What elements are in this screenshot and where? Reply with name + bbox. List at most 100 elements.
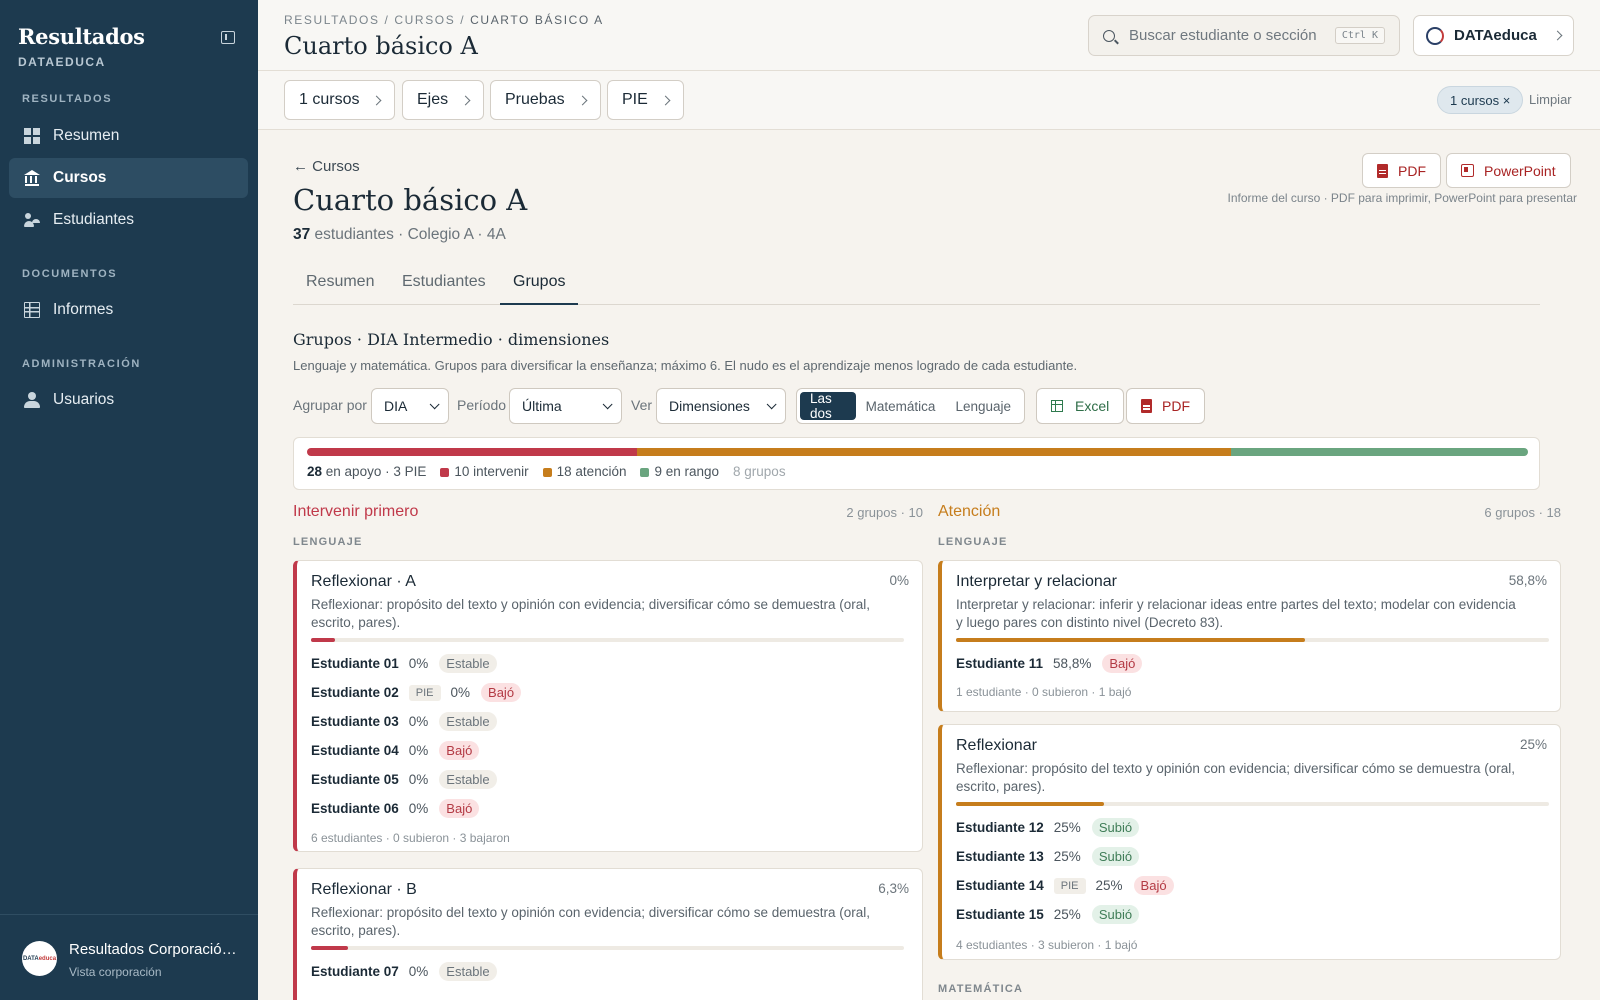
nav-section-documentos: DOCUMENTOS	[22, 268, 118, 280]
period-select[interactable]: Última	[509, 388, 622, 424]
axis-label: MATEMÁTICA	[938, 983, 1024, 995]
excel-button[interactable]: Excel	[1036, 388, 1125, 424]
group-description: Interpretar y relacionar: inferir y rela…	[956, 597, 1516, 630]
group-percent: 0%	[889, 573, 909, 588]
segment-matematica[interactable]: Matemática	[856, 392, 946, 420]
org-logo-icon	[1426, 26, 1444, 45]
sidebar-item-label: Informes	[53, 301, 114, 318]
breadcrumb-item[interactable]: RESULTADOS	[284, 13, 380, 27]
period-label: Período	[457, 397, 507, 413]
student-row[interactable]: Estudiante 03 0% Estable	[311, 712, 497, 731]
brand-subtitle: DATAEDUCA	[18, 55, 106, 69]
clear-filters-link[interactable]: Limpiar	[1529, 92, 1572, 107]
breadcrumb: RESULTADOS / CURSOS / CUARTO BÁSICO A	[284, 13, 604, 27]
group-by-label: Agrupar por	[293, 397, 367, 413]
segment-las-dos[interactable]: Las dos	[800, 391, 856, 421]
filter-ejes[interactable]: Ejes	[402, 80, 485, 120]
org-switcher-button[interactable]: DATAeduca	[1413, 15, 1574, 56]
student-row[interactable]: Estudiante 04 0% Bajó	[311, 741, 480, 760]
groups-count: 8 grupos	[733, 464, 786, 479]
back-to-courses-link[interactable]: ← Cursos	[293, 158, 360, 175]
group-description: Reflexionar: propósito del texto y opini…	[311, 597, 871, 630]
student-row[interactable]: Estudiante 15 25% Subió	[956, 905, 1140, 924]
support-count: 28 en apoyo · 3 PIE	[307, 464, 427, 479]
filter-cursos[interactable]: 1 cursos	[284, 80, 396, 120]
segment-lenguaje[interactable]: Lenguaje	[945, 392, 1021, 420]
group-description: Reflexionar: propósito del texto y opini…	[956, 761, 1516, 794]
distribution-summary: 28 en apoyo · 3 PIE 10 intervenir 18 ate…	[293, 437, 1540, 490]
breadcrumb-item[interactable]: CURSOS	[394, 13, 455, 27]
org-logo: DATAeduca	[22, 941, 57, 976]
sidebar-item-informes[interactable]: Informes	[9, 290, 248, 330]
bank-icon	[24, 170, 40, 186]
nav-section-administracion: ADMINISTRACIÓN	[22, 358, 141, 370]
trend-badge: Bajó	[1133, 876, 1174, 895]
student-row[interactable]: Estudiante 02 PIE 0% Bajó	[311, 683, 522, 702]
search-input[interactable]: Buscar estudiante o sección Ctrl K	[1088, 15, 1400, 56]
group-card[interactable]: Reflexionar 25% Reflexionar: propósito d…	[938, 724, 1561, 960]
sidebar-item-usuarios[interactable]: Usuarios	[9, 380, 248, 420]
distribution-segment-atencion	[637, 448, 1231, 456]
group-progress-fill	[956, 802, 1105, 806]
distribution-segment-rango	[1231, 448, 1528, 456]
group-card[interactable]: Interpretar y relacionar 58,8% Interpret…	[938, 560, 1561, 712]
view-select[interactable]: Dimensiones	[656, 388, 786, 424]
student-row[interactable]: Estudiante 01 0% Estable	[311, 654, 497, 673]
tab-estudiantes[interactable]: Estudiantes	[389, 273, 499, 305]
view-label: Ver	[631, 397, 653, 413]
column-header: Intervenir primero 2 grupos · 10	[293, 503, 923, 521]
export-pdf-button[interactable]: PDF	[1362, 153, 1441, 188]
student-row[interactable]: Estudiante 07 0% Estable	[311, 962, 497, 981]
chevron-right-icon	[460, 95, 471, 105]
tab-grupos[interactable]: Grupos	[500, 273, 579, 305]
topbar: RESULTADOS / CURSOS / CUARTO BÁSICO A Cu…	[258, 0, 1600, 71]
sidebar-item-label: Resumen	[53, 127, 120, 144]
group-progress-track	[956, 638, 1549, 642]
active-filter-chip[interactable]: 1 cursos ×	[1437, 86, 1524, 114]
chevron-right-icon	[660, 95, 671, 105]
chevron-right-icon	[1552, 30, 1563, 41]
student-row[interactable]: Estudiante 14 PIE 25% Bajó	[956, 876, 1174, 895]
filter-pruebas[interactable]: Pruebas	[490, 80, 601, 120]
groups-pdf-button[interactable]: PDF	[1126, 388, 1205, 424]
group-title: Reflexionar · B	[311, 881, 417, 898]
sidebar-item-cursos[interactable]: Cursos	[9, 158, 248, 198]
group-percent: 58,8%	[1508, 573, 1547, 588]
sidebar-item-label: Usuarios	[53, 391, 115, 408]
trend-badge: Bajó	[439, 741, 480, 760]
org-name: Resultados Corporación Educacional	[69, 941, 239, 958]
org-footer[interactable]: DATAeduca Resultados Corporación Educaci…	[0, 914, 258, 1000]
tab-resumen[interactable]: Resumen	[293, 273, 387, 305]
trend-badge: Estable	[439, 770, 497, 789]
pie-tag: PIE	[408, 684, 441, 701]
search-icon	[1103, 29, 1115, 42]
student-row[interactable]: Estudiante 11 58,8% Bajó	[956, 654, 1143, 673]
trend-badge: Subió	[1091, 818, 1140, 837]
group-card[interactable]: Reflexionar · A 0% Reflexionar: propósit…	[293, 560, 923, 852]
filter-pie[interactable]: PIE	[607, 80, 684, 120]
group-by-select[interactable]: DIA	[371, 388, 449, 424]
filter-bar: 1 cursos Ejes Pruebas PIE 1 cursos × Lim…	[258, 71, 1600, 130]
group-percent: 6,3%	[878, 881, 909, 896]
grid-icon	[24, 128, 40, 144]
sidebar-collapse-icon[interactable]	[221, 31, 235, 44]
export-note: Informe del curso · PDF para imprimir, P…	[1227, 191, 1577, 205]
sidebar: Resultados DATAEDUCA RESULTADOS Resumen …	[0, 0, 258, 1000]
column-title: Atención	[938, 503, 1001, 520]
export-powerpoint-button[interactable]: PowerPoint	[1446, 153, 1571, 188]
sidebar-item-resumen[interactable]: Resumen	[9, 116, 248, 156]
student-row[interactable]: Estudiante 06 0% Bajó	[311, 799, 480, 818]
student-row[interactable]: Estudiante 12 25% Subió	[956, 818, 1140, 837]
student-row[interactable]: Estudiante 13 25% Subió	[956, 847, 1140, 866]
group-description: Reflexionar: propósito del texto y opini…	[311, 905, 871, 938]
group-progress-fill	[311, 638, 335, 642]
group-card[interactable]: Reflexionar · B 6,3% Reflexionar: propós…	[293, 868, 923, 1000]
table-icon	[24, 302, 40, 318]
axis-label: LENGUAJE	[938, 536, 1008, 548]
group-footer: 6 estudiantes · 0 subieron · 3 bajaron	[311, 831, 510, 845]
sidebar-item-estudiantes[interactable]: Estudiantes	[9, 200, 248, 240]
student-row[interactable]: Estudiante 05 0% Estable	[311, 770, 497, 789]
group-footer: 1 estudiante · 0 subieron · 1 bajó	[956, 685, 1132, 699]
course-tabs: Resumen Estudiantes Grupos	[293, 263, 1540, 305]
org-subtitle: Vista corporación	[69, 965, 162, 979]
